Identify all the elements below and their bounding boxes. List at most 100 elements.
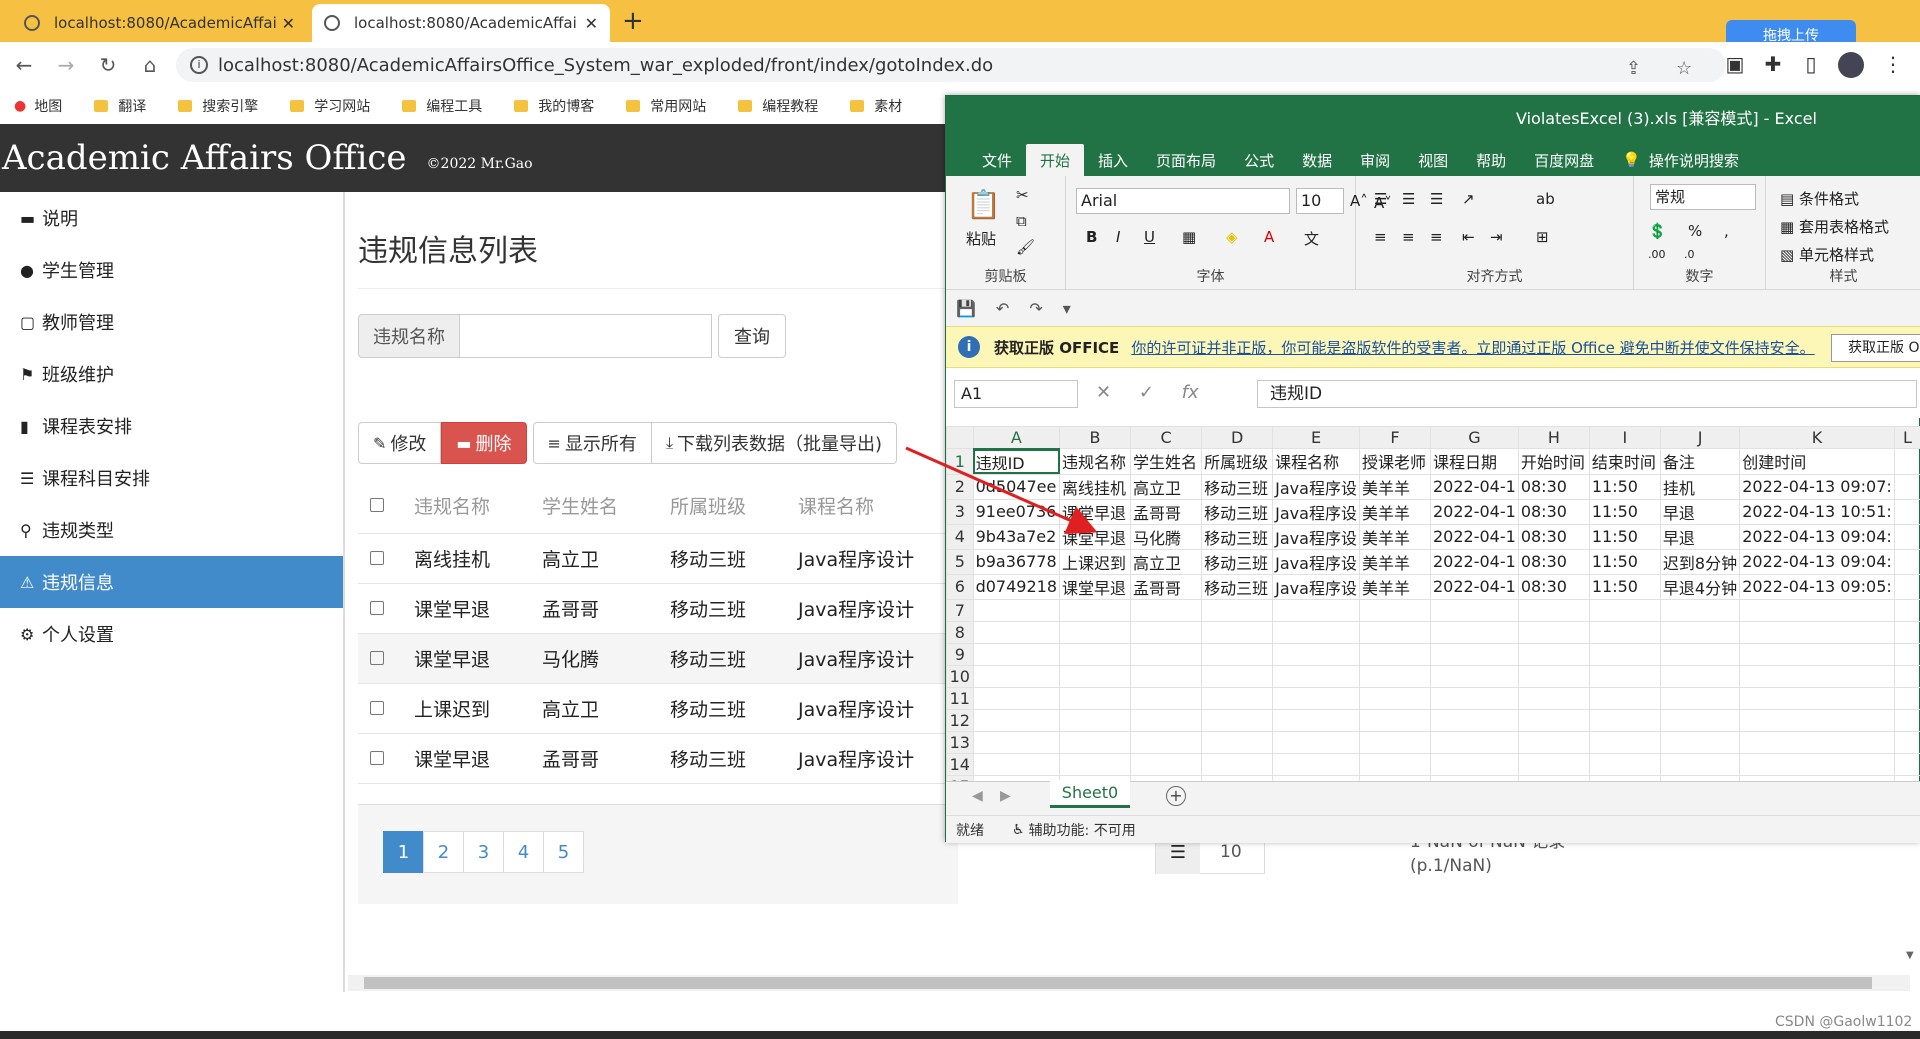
get-genuine-button[interactable]: 获取正版 O (1831, 334, 1920, 362)
row-number[interactable]: 7 (946, 598, 974, 622)
cell[interactable] (1588, 620, 1661, 644)
cell[interactable]: 9b43a7e2 (972, 523, 1061, 550)
name-box[interactable]: A1 (954, 380, 1078, 408)
cell[interactable] (1588, 598, 1661, 622)
column-letter[interactable]: F (1358, 426, 1432, 449)
orientation-icon[interactable]: ↗ (1462, 190, 1475, 208)
cell[interactable] (1517, 730, 1590, 754)
close-icon[interactable]: ✕ (585, 14, 598, 33)
increase-decimal-icon[interactable]: .00 (1648, 248, 1666, 261)
cell[interactable]: d0749218 (972, 573, 1061, 600)
table-row[interactable]: 课堂早退 马化腾 移动三班 Java程序设计 (358, 634, 958, 684)
cell[interactable]: 课堂早退 (1058, 573, 1132, 600)
sidebar-item-subjects[interactable]: ☰ 课程科目安排 (0, 452, 343, 504)
forward-icon[interactable]: → (48, 47, 84, 83)
tab-baidu[interactable]: 百度网盘 (1520, 144, 1608, 176)
bookmark-folder[interactable]: 我的博客 (514, 96, 594, 116)
cell[interactable] (1058, 620, 1132, 644)
star-icon[interactable]: ☆ (1676, 58, 1692, 79)
cell[interactable] (1739, 598, 1895, 622)
tab-help[interactable]: 帮助 (1462, 144, 1520, 176)
underline-icon[interactable]: U (1144, 228, 1155, 246)
spreadsheet-grid[interactable]: ABCDEFGHIJKL 1 违规ID 违规名称 学生姓名 所属班级 课程名称 授课老师 课程… (946, 426, 1920, 781)
cell[interactable] (1358, 752, 1432, 776)
row-number[interactable]: 1 (946, 448, 974, 475)
app-title[interactable]: Academic Affairs Office (2, 138, 407, 178)
row-number[interactable]: 3 (946, 498, 974, 525)
cell[interactable]: 授课老师 (1358, 448, 1432, 475)
tab-insert[interactable]: 插入 (1084, 144, 1142, 176)
cell[interactable] (1893, 523, 1920, 550)
cell[interactable] (1893, 664, 1920, 688)
enter-icon[interactable]: ✓ (1139, 382, 1154, 403)
row-checkbox[interactable] (370, 650, 384, 665)
row-checkbox[interactable] (370, 700, 384, 715)
cell[interactable]: 移动三班 (1201, 548, 1274, 575)
cell[interactable]: 课程日期 (1430, 448, 1519, 475)
cell[interactable] (1058, 708, 1132, 732)
page-button[interactable]: 4 (503, 831, 544, 873)
cell[interactable]: 课程名称 (1272, 448, 1360, 475)
conditional-format-button[interactable]: ▤ 条件格式 (1780, 188, 1859, 209)
align-bottom-icon[interactable]: ☰ (1430, 190, 1443, 208)
row-number[interactable]: 13 (946, 730, 974, 754)
tab-home[interactable]: 开始 (1026, 144, 1085, 176)
cell[interactable] (1130, 708, 1203, 732)
cell[interactable] (1430, 752, 1519, 776)
cell[interactable]: 离线挂机 (1058, 473, 1132, 500)
sidebar-item-teachers[interactable]: ▢ 教师管理 (0, 296, 343, 348)
cell[interactable]: 马化腾 (1130, 523, 1203, 550)
cell[interactable] (1739, 708, 1895, 732)
font-name-select[interactable]: Arial (1076, 188, 1290, 214)
cell[interactable]: 2022-04-1 (1430, 498, 1519, 525)
bookmark-folder[interactable]: 搜索引擎 (178, 96, 258, 116)
table-row[interactable]: 离线挂机 高立卫 移动三班 Java程序设计 (358, 534, 958, 584)
cell[interactable]: 上课迟到 (1058, 548, 1132, 575)
cut-icon[interactable]: ✂ (1016, 186, 1029, 204)
row-checkbox[interactable] (370, 550, 384, 565)
column-letter[interactable]: K (1739, 426, 1895, 449)
tab-view[interactable]: 视图 (1404, 144, 1462, 176)
bookmark-map[interactable]: ● 地图 (14, 96, 62, 116)
cell[interactable] (1058, 686, 1132, 710)
cell[interactable]: 移动三班 (1201, 498, 1274, 525)
cell[interactable] (1893, 708, 1920, 732)
cell[interactable]: 挂机 (1659, 473, 1741, 500)
column-letter[interactable]: J (1659, 426, 1741, 449)
sidepanel-icon[interactable]: ▯ (1798, 52, 1824, 78)
fill-color-icon[interactable]: ◈ (1226, 228, 1238, 246)
cell[interactable]: 开始时间 (1517, 448, 1590, 475)
cell[interactable]: 11:50 (1588, 523, 1661, 550)
italic-icon[interactable]: I (1116, 228, 1120, 246)
cell[interactable] (1588, 664, 1661, 688)
decrease-decimal-icon[interactable]: .0 (1684, 248, 1695, 261)
cell[interactable] (1272, 664, 1360, 688)
column-header[interactable]: 课程名称 (798, 492, 958, 519)
browser-tab-1[interactable]: localhost:8080/AcademicAffai ✕ (12, 4, 307, 42)
cell[interactable] (1739, 686, 1895, 710)
column-header[interactable]: 学生姓名 (542, 492, 670, 519)
browser-tab-2[interactable]: localhost:8080/AcademicAffai ✕ (312, 4, 610, 42)
row-number[interactable]: 10 (946, 664, 974, 688)
cell[interactable]: 11:50 (1588, 498, 1661, 525)
column-letter[interactable]: A (972, 426, 1061, 450)
tab-review[interactable]: 审阅 (1346, 144, 1404, 176)
align-middle-icon[interactable]: ☰ (1402, 190, 1415, 208)
cell[interactable]: Java程序设 (1272, 498, 1360, 525)
sidebar-item-students[interactable]: ● 学生管理 (0, 244, 343, 296)
table-row[interactable]: 课堂早退 孟哥哥 移动三班 Java程序设计 (358, 734, 958, 784)
cell[interactable] (1739, 620, 1895, 644)
cell[interactable] (1058, 752, 1132, 776)
cell[interactable] (1130, 642, 1203, 666)
cell[interactable]: 2022-04-13 09:07: (1739, 473, 1895, 500)
cell[interactable]: 违规名称 (1058, 448, 1132, 475)
cell[interactable] (1588, 730, 1661, 754)
cell[interactable]: 美羊羊 (1358, 573, 1432, 600)
add-sheet-icon[interactable]: + (1166, 786, 1186, 806)
cell[interactable] (1659, 730, 1741, 754)
cell[interactable]: Java程序设 (1272, 473, 1360, 500)
cell[interactable] (1358, 664, 1432, 688)
wrap-text-icon[interactable]: ab (1536, 190, 1555, 208)
cell[interactable]: 课堂早退 (1058, 523, 1132, 550)
cell[interactable]: 所属班级 (1201, 448, 1274, 475)
